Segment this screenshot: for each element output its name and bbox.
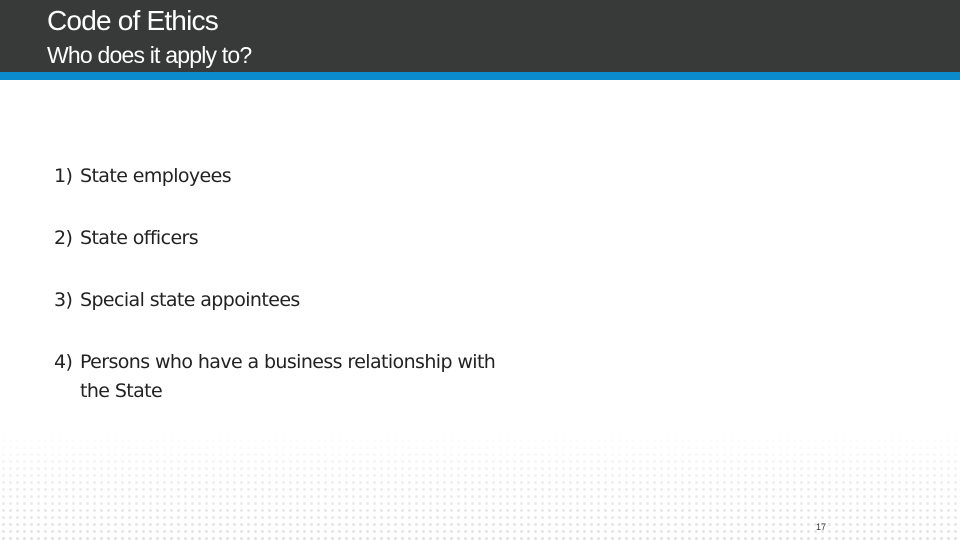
list-item-number: 3) [54, 289, 73, 311]
numbered-list: 1) State employees 2) State officers 3) … [54, 162, 500, 439]
list-item-text: State employees [80, 165, 232, 187]
accent-bar [0, 72, 960, 80]
list-item-number: 1) [54, 165, 73, 187]
list-item-text: State officers [80, 227, 199, 249]
list-item-number: 4) [54, 351, 73, 373]
list-item-text: Persons who have a business relationship… [80, 351, 496, 402]
list-item: 4) Persons who have a business relations… [54, 348, 500, 406]
page-number: 17 [816, 522, 827, 532]
list-item-number: 2) [54, 227, 73, 249]
list-item: 1) State employees [54, 162, 500, 191]
slide-subtitle: Who does it apply to? [47, 42, 252, 68]
slide-title: Code of Ethics [47, 5, 219, 36]
list-item-text: Special state appointees [80, 289, 300, 311]
list-item: 3) Special state appointees [54, 286, 500, 315]
list-item: 2) State officers [54, 224, 500, 253]
slide-header: Code of Ethics Who does it apply to? [0, 0, 960, 72]
